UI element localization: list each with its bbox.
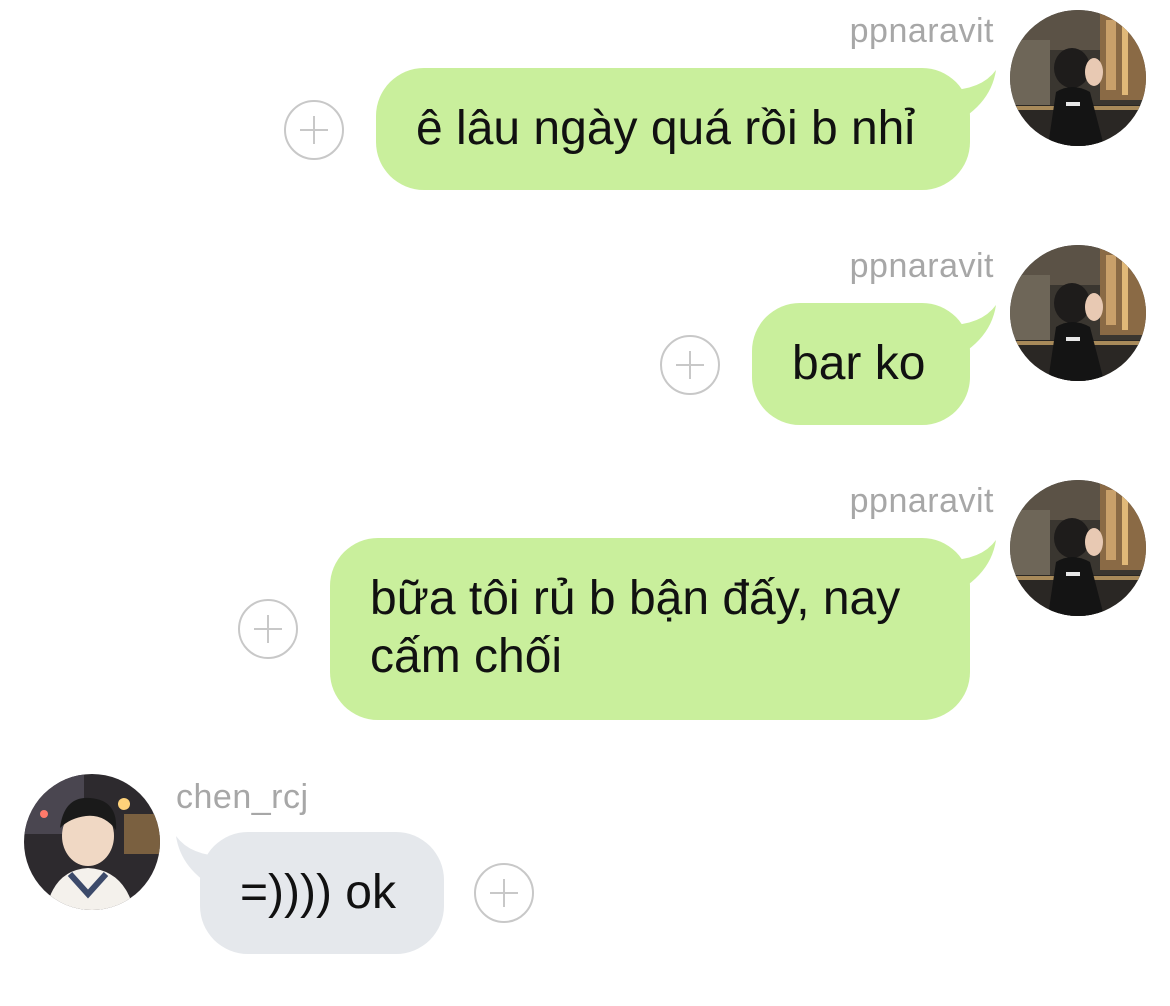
message-bubble[interactable]: =)))) ok [200, 832, 444, 954]
message-bubble[interactable]: bar ko [752, 303, 970, 425]
message-text: =)))) ok [240, 866, 396, 919]
add-reaction-icon[interactable] [660, 335, 720, 395]
message-username: ppnaravit [849, 12, 994, 50]
message-username: ppnaravit [849, 247, 994, 285]
message-username: chen_rcj [176, 778, 309, 816]
message-outgoing: ppnaravit bar ko [0, 235, 1170, 435]
user-avatar-icon[interactable] [24, 774, 160, 910]
message-text: ê lâu ngày quá rồi b nhỉ [416, 102, 916, 155]
add-reaction-icon[interactable] [474, 863, 534, 923]
message-text-line: bữa tôi rủ b bận đấy, nay [370, 572, 901, 625]
message-bubble[interactable]: bữa tôi rủ b bận đấy, nay cấm chối [330, 538, 970, 720]
message-text: bar ko [792, 337, 926, 390]
message-username: ppnaravit [849, 482, 994, 520]
message-text-line: cấm chối [370, 630, 563, 683]
user-avatar-icon[interactable] [1010, 480, 1146, 616]
user-avatar-icon[interactable] [1010, 10, 1146, 146]
chat-thread: ppnaravit ê lâu ngày quá rồi b nhỉ ppnar… [0, 0, 1170, 1006]
add-reaction-icon[interactable] [238, 599, 298, 659]
message-outgoing: ppnaravit bữa tôi rủ b bận đấy, nay cấm … [0, 470, 1170, 730]
message-bubble[interactable]: ê lâu ngày quá rồi b nhỉ [376, 68, 970, 190]
message-incoming: chen_rcj =)))) ok [0, 770, 1170, 1006]
message-outgoing: ppnaravit ê lâu ngày quá rồi b nhỉ [0, 0, 1170, 200]
add-reaction-icon[interactable] [284, 100, 344, 160]
user-avatar-icon[interactable] [1010, 245, 1146, 381]
